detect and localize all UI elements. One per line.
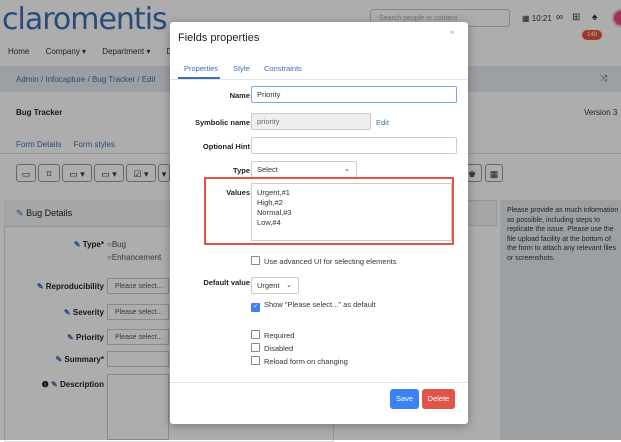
default-value-label: Default value bbox=[203, 278, 250, 287]
name-label: Name bbox=[229, 91, 250, 100]
edit-symbolic-name-link[interactable]: Edit bbox=[376, 118, 389, 127]
checkbox-icon bbox=[251, 330, 260, 339]
type-select-value: Select bbox=[257, 165, 278, 174]
optional-hint-input[interactable] bbox=[251, 137, 457, 154]
disabled-checkbox[interactable]: Disabled bbox=[251, 343, 293, 353]
tab-constraints[interactable]: Constraints bbox=[264, 64, 302, 73]
checkbox-icon bbox=[251, 356, 260, 365]
default-value-text: Urgent bbox=[257, 281, 280, 290]
type-select[interactable]: Select ⌄ bbox=[251, 161, 357, 178]
tab-style[interactable]: Style bbox=[233, 64, 250, 73]
symbolic-name-input: priority bbox=[251, 113, 371, 130]
modal-title: Fields properties bbox=[178, 32, 260, 44]
show-please-select-checkbox[interactable]: ✓ Show "Please select..." as default bbox=[251, 300, 376, 312]
delete-button[interactable]: Delete bbox=[422, 389, 455, 409]
modal-footer-divider bbox=[170, 382, 468, 383]
name-input[interactable]: Priority bbox=[251, 86, 457, 103]
default-value-select[interactable]: Urgent ⌄ bbox=[251, 277, 299, 294]
close-icon[interactable]: × bbox=[450, 28, 455, 37]
optional-hint-label: Optional Hint bbox=[202, 142, 250, 151]
checkbox-icon bbox=[251, 256, 260, 265]
chevron-down-icon: ⌄ bbox=[286, 282, 292, 289]
symbolic-name-label: Symbolic name bbox=[194, 118, 250, 127]
active-tab-indicator bbox=[178, 77, 220, 79]
values-highlight-box bbox=[204, 177, 454, 245]
modal-tab-divider bbox=[170, 79, 468, 80]
advanced-ui-checkbox[interactable]: Use advanced UI for selecting elements bbox=[251, 256, 397, 266]
save-button[interactable]: Save bbox=[390, 389, 419, 409]
required-checkbox[interactable]: Required bbox=[251, 330, 294, 340]
checkbox-icon bbox=[251, 343, 260, 352]
reload-form-checkbox[interactable]: Reload form on changing bbox=[251, 356, 348, 366]
chevron-down-icon: ⌄ bbox=[344, 166, 350, 173]
tab-properties[interactable]: Properties bbox=[184, 64, 218, 73]
type-field-label: Type bbox=[233, 166, 250, 175]
checkbox-checked-icon: ✓ bbox=[251, 303, 260, 312]
